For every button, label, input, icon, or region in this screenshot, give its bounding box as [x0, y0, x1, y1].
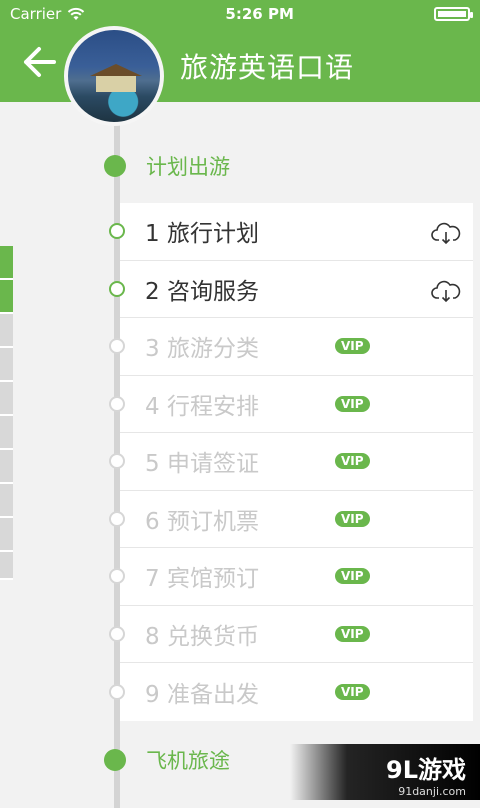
vip-badge: VIP: [335, 683, 370, 700]
edge-tab[interactable]: [0, 518, 13, 552]
timeline-node: [109, 395, 125, 412]
timeline-node: [109, 453, 125, 470]
list-item[interactable]: 5 申请签证 VIP: [109, 433, 473, 491]
list-item[interactable]: 9 准备出发 VIP: [109, 663, 473, 721]
vip-badge: VIP: [335, 568, 370, 585]
vip-badge: VIP: [335, 453, 370, 470]
section-label: 计划出游: [146, 155, 230, 179]
timeline-node: [109, 625, 125, 642]
edge-tab[interactable]: [0, 450, 13, 484]
edge-tab[interactable]: [0, 484, 13, 518]
avatar: [64, 26, 164, 126]
lesson-title: 9 准备出发: [145, 681, 259, 708]
list-item[interactable]: 3 旅游分类 VIP: [109, 318, 473, 376]
edge-tab[interactable]: [0, 552, 13, 580]
lesson-title: 5 申请签证: [145, 451, 259, 478]
timeline-node: [109, 223, 125, 240]
list-item[interactable]: 1 旅行计划: [109, 203, 473, 261]
vip-badge: VIP: [335, 395, 370, 412]
edge-tab[interactable]: [0, 314, 13, 348]
page-title: 旅游英语口语: [180, 51, 355, 84]
lesson-title: 2 咨询服务: [145, 278, 259, 305]
vip-badge: VIP: [335, 338, 370, 355]
list-item[interactable]: 2 咨询服务: [109, 261, 473, 318]
watermark-site: 91danji.com: [398, 785, 466, 798]
edge-tab[interactable]: [0, 348, 13, 382]
back-arrow-icon[interactable]: [18, 44, 60, 86]
watermark: 9L游戏 91danji.com: [290, 744, 480, 800]
wifi-icon: [68, 7, 85, 20]
vip-badge: VIP: [335, 510, 370, 527]
edge-tab[interactable]: [0, 280, 13, 314]
lesson-title: 3 旅游分类: [145, 336, 259, 363]
lesson-title: 1 旅行计划: [145, 221, 259, 248]
lesson-list: 1 旅行计划 2 咨询服务 3 旅游分类 VIP 4 行程安排 VIP 5 申请…: [109, 203, 473, 721]
battery-icon: [433, 7, 473, 21]
edge-tab[interactable]: [0, 416, 13, 450]
section-label: 飞机旅途: [146, 749, 230, 773]
timeline-section-dot: [104, 155, 126, 177]
carrier-label: Carrier: [10, 5, 62, 23]
list-item[interactable]: 4 行程安排 VIP: [109, 376, 473, 433]
timeline-section-dot: [104, 749, 126, 771]
list-item[interactable]: 6 预订机票 VIP: [109, 491, 473, 548]
list-item[interactable]: 8 兑换货币 VIP: [109, 606, 473, 663]
vip-badge: VIP: [335, 625, 370, 642]
edge-tab[interactable]: [0, 382, 13, 416]
cloud-download-icon[interactable]: [431, 279, 461, 303]
timeline-node: [109, 683, 125, 700]
watermark-brand: 9L游戏: [386, 756, 466, 784]
lesson-title: 6 预订机票: [145, 508, 259, 535]
status-time: 5:26 PM: [225, 5, 294, 23]
section-header[interactable]: 计划出游: [104, 151, 404, 181]
timeline-node: [109, 338, 125, 355]
status-bar: Carrier 5:26 PM: [0, 0, 480, 28]
status-left: Carrier: [10, 5, 85, 23]
edge-tab[interactable]: [0, 246, 13, 280]
list-item[interactable]: 7 宾馆预订 VIP: [109, 548, 473, 606]
cloud-download-icon[interactable]: [431, 221, 461, 245]
timeline-node: [109, 568, 125, 585]
lesson-title: 7 宾馆预订: [145, 566, 259, 593]
timeline-node: [109, 510, 125, 527]
timeline-node: [109, 280, 125, 297]
lesson-title: 8 兑换货币: [145, 623, 259, 650]
lesson-title: 4 行程安排: [145, 393, 259, 420]
